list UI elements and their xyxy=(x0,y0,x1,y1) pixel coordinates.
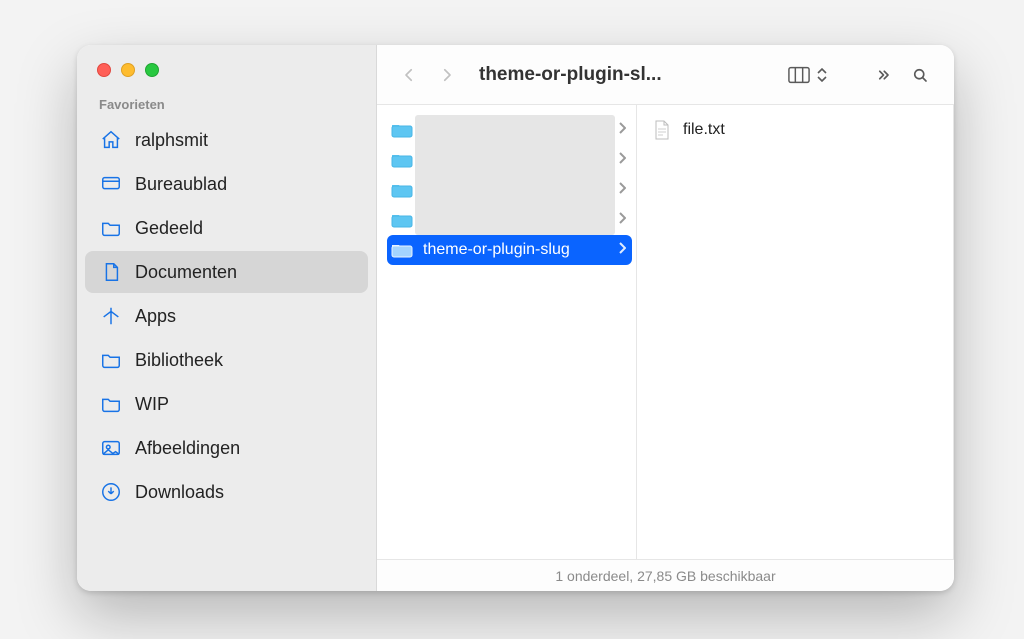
traffic-lights xyxy=(77,59,376,95)
sidebar-item-shared[interactable]: Gedeeld xyxy=(85,207,368,249)
text-file-icon xyxy=(651,121,673,139)
sidebar-item-desktop[interactable]: Bureaublad xyxy=(85,163,368,205)
nav-back-button[interactable] xyxy=(393,59,425,91)
chevron-right-icon xyxy=(618,121,626,139)
sidebar-item-home[interactable]: ralphsmit xyxy=(85,119,368,161)
folder-icon xyxy=(391,181,413,199)
download-icon xyxy=(99,480,123,504)
main-area: theme-or-plugin-sl... xyxy=(377,45,954,591)
close-window-button[interactable] xyxy=(97,63,111,77)
toolbar: theme-or-plugin-sl... xyxy=(377,45,954,105)
sidebar-item-wip[interactable]: WIP xyxy=(85,383,368,425)
document-icon xyxy=(99,260,123,284)
sidebar-item-downloads[interactable]: Downloads xyxy=(85,471,368,513)
search-button[interactable] xyxy=(904,59,936,91)
sidebar-item-label: Documenten xyxy=(135,262,237,283)
sidebar-item-label: Downloads xyxy=(135,482,224,503)
redacted-region xyxy=(415,115,615,235)
window-title: theme-or-plugin-sl... xyxy=(479,64,662,86)
folder-icon xyxy=(391,151,413,169)
chevron-right-icon xyxy=(618,241,626,259)
nav-forward-button[interactable] xyxy=(431,59,463,91)
home-icon xyxy=(99,128,123,152)
view-mode-button[interactable] xyxy=(788,66,810,84)
sidebar-item-library[interactable]: Bibliotheek xyxy=(85,339,368,381)
sidebar-section-label: Favorieten xyxy=(77,95,376,118)
fullscreen-window-button[interactable] xyxy=(145,63,159,77)
folder-icon xyxy=(391,211,413,229)
desktop-icon xyxy=(99,172,123,196)
chevron-right-icon xyxy=(618,151,626,169)
chevron-right-icon xyxy=(618,211,626,229)
sidebar-item-label: WIP xyxy=(135,394,169,415)
column-2[interactable]: file.txt xyxy=(637,105,954,559)
folder-icon xyxy=(391,121,413,139)
folder-row-selected[interactable]: theme-or-plugin-slug xyxy=(387,235,632,265)
chevron-right-icon xyxy=(618,181,626,199)
status-bar: 1 onderdeel, 27,85 GB beschikbaar xyxy=(377,559,954,591)
sidebar: Favorieten ralphsmit Bureaublad Gedeeld … xyxy=(77,45,377,591)
view-mode-menu-button[interactable] xyxy=(816,68,828,82)
file-label: file.txt xyxy=(683,121,943,139)
file-row[interactable]: file.txt xyxy=(647,115,949,145)
sidebar-item-label: Apps xyxy=(135,306,176,327)
folder-icon xyxy=(99,348,123,372)
sidebar-item-documents[interactable]: Documenten xyxy=(85,251,368,293)
minimize-window-button[interactable] xyxy=(121,63,135,77)
sidebar-item-label: Bibliotheek xyxy=(135,350,223,371)
sidebar-item-label: Gedeeld xyxy=(135,218,203,239)
photo-icon xyxy=(99,436,123,460)
folder-icon xyxy=(99,392,123,416)
column-browser: theme-or-plugin-slug file.txt xyxy=(377,105,954,559)
folder-label: theme-or-plugin-slug xyxy=(423,241,608,259)
sidebar-item-label: Afbeeldingen xyxy=(135,438,240,459)
sidebar-item-pictures[interactable]: Afbeeldingen xyxy=(85,427,368,469)
sidebar-item-label: ralphsmit xyxy=(135,130,208,151)
toolbar-overflow-button[interactable] xyxy=(866,59,898,91)
apps-icon xyxy=(99,304,123,328)
status-text: 1 onderdeel, 27,85 GB beschikbaar xyxy=(555,568,775,584)
finder-window: Favorieten ralphsmit Bureaublad Gedeeld … xyxy=(77,45,954,591)
sidebar-item-apps[interactable]: Apps xyxy=(85,295,368,337)
sidebar-item-label: Bureaublad xyxy=(135,174,227,195)
folder-icon xyxy=(391,241,413,259)
folder-icon xyxy=(99,216,123,240)
